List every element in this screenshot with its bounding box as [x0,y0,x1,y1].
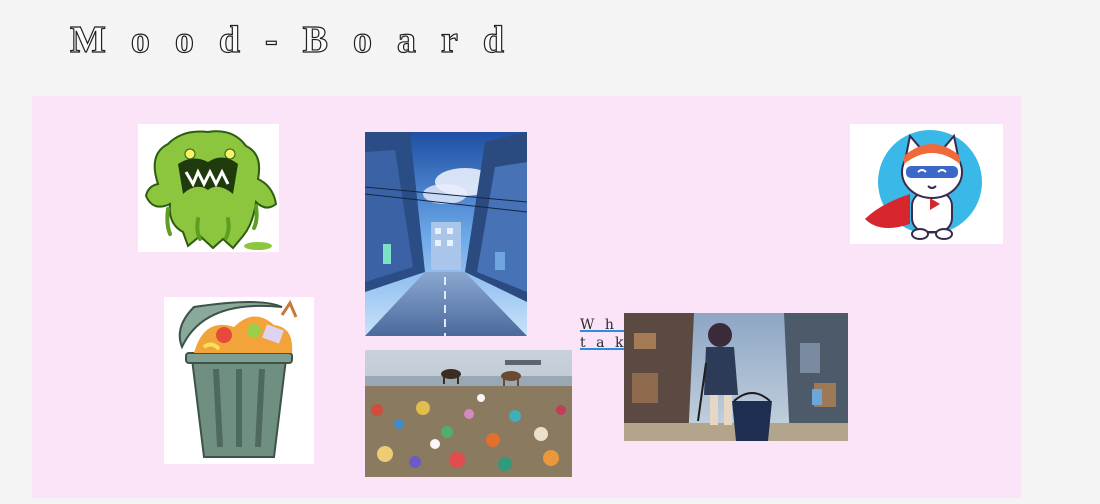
overflowing-trash-can-image [164,297,314,464]
superhero-cat-image [850,124,1003,244]
city-street-icon [365,132,527,336]
girl-with-bucket-alley-image [624,313,848,441]
page-title: Mood-Board [69,18,529,61]
anime-city-street-image [365,132,527,336]
slime-monster-icon [138,124,279,252]
mood-board-canvas: Where the game takes palce [32,96,1021,498]
garbage-dump-icon [365,350,572,477]
girl-alley-icon [624,313,848,441]
mood-board-page: Mood-Board [0,0,1100,504]
garbage-dump-landscape-image [365,350,572,477]
slime-monster-image [138,124,279,252]
trash-can-icon [164,297,314,464]
superhero-cat-icon [850,124,1003,244]
